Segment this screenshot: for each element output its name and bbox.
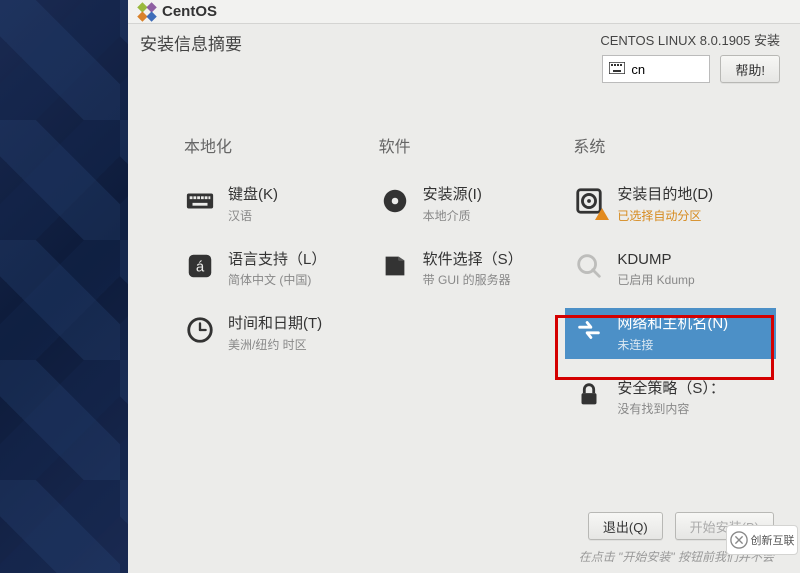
spoke-sub: 本地介质	[423, 207, 482, 224]
col-heading-localization: 本地化	[184, 133, 379, 157]
summary-hub: 本地化 键盘(K) 汉语 á 语言支持（L）	[128, 83, 800, 512]
spoke-title: 语言支持（L）	[228, 250, 326, 270]
spoke-security[interactable]: 安全策略（S）： 没有找到内容	[573, 379, 768, 418]
spoke-datetime[interactable]: 时间和日期(T) 美洲/纽约 时区	[184, 314, 379, 353]
language-icon: á	[184, 250, 216, 282]
lang-short: cn	[631, 62, 645, 77]
package-icon	[379, 250, 411, 282]
spoke-title: 安装源(I)	[423, 185, 482, 205]
clock-icon	[184, 314, 216, 346]
disk-icon	[573, 185, 605, 217]
network-icon	[573, 314, 605, 346]
disc-icon	[379, 185, 411, 217]
decorative-side-panel	[0, 0, 128, 573]
help-button[interactable]: 帮助!	[720, 55, 780, 83]
spoke-sub: 没有找到内容	[617, 400, 725, 417]
spoke-title: KDUMP	[617, 250, 694, 270]
watermark-icon	[730, 531, 748, 549]
spoke-language[interactable]: á 语言支持（L） 简体中文 (中国)	[184, 250, 379, 289]
top-bar: CentOS	[128, 0, 800, 24]
svg-text:á: á	[196, 258, 205, 275]
centos-logo: CentOS	[136, 1, 217, 23]
spoke-network[interactable]: 网络和主机名(N) 未连接	[565, 308, 776, 359]
spoke-title: 软件选择（S）	[423, 250, 523, 270]
spoke-kdump[interactable]: KDUMP 已启用 Kdump	[573, 250, 768, 289]
spoke-sub: 带 GUI 的服务器	[423, 271, 523, 288]
warning-icon	[595, 208, 609, 220]
spoke-install-destination[interactable]: 安装目的地(D) 已选择自动分区	[573, 185, 768, 224]
brand-text: CentOS	[162, 3, 217, 20]
col-heading-software: 软件	[379, 133, 574, 157]
kdump-icon	[573, 250, 605, 282]
spoke-keyboard[interactable]: 键盘(K) 汉语	[184, 185, 379, 224]
centos-logo-icon	[136, 1, 158, 23]
spoke-install-source[interactable]: 安装源(I) 本地介质	[379, 185, 574, 224]
spoke-sub: 美洲/纽约 时区	[228, 336, 322, 353]
page-title: 安装信息摘要	[140, 30, 242, 55]
keyboard-layout-indicator[interactable]: cn	[602, 55, 710, 83]
spoke-sub: 汉语	[228, 207, 278, 224]
spoke-title: 键盘(K)	[228, 185, 278, 205]
col-heading-system: 系统	[573, 133, 768, 157]
keyboard-icon	[609, 62, 625, 77]
spoke-title: 安装目的地(D)	[617, 185, 713, 205]
keyboard-icon	[184, 185, 216, 217]
spoke-software-selection[interactable]: 软件选择（S） 带 GUI 的服务器	[379, 250, 574, 289]
spoke-sub: 已启用 Kdump	[617, 271, 694, 288]
spoke-title: 网络和主机名(N)	[617, 314, 728, 334]
footer-hint: 在点击 "开始安装" 按钮前我们并不会	[128, 548, 774, 565]
spoke-title: 时间和日期(T)	[228, 314, 322, 334]
product-line: CENTOS LINUX 8.0.1905 安装	[600, 30, 780, 49]
spoke-title: 安全策略（S）：	[617, 379, 725, 399]
spoke-sub: 未连接	[617, 336, 728, 353]
watermark-text: 创新互联	[751, 532, 795, 548]
watermark: 创新互联	[726, 525, 798, 555]
spoke-sub: 已选择自动分区	[617, 207, 713, 224]
spoke-sub: 简体中文 (中国)	[228, 271, 326, 288]
quit-button[interactable]: 退出(Q)	[588, 512, 663, 540]
lock-icon	[573, 379, 605, 411]
